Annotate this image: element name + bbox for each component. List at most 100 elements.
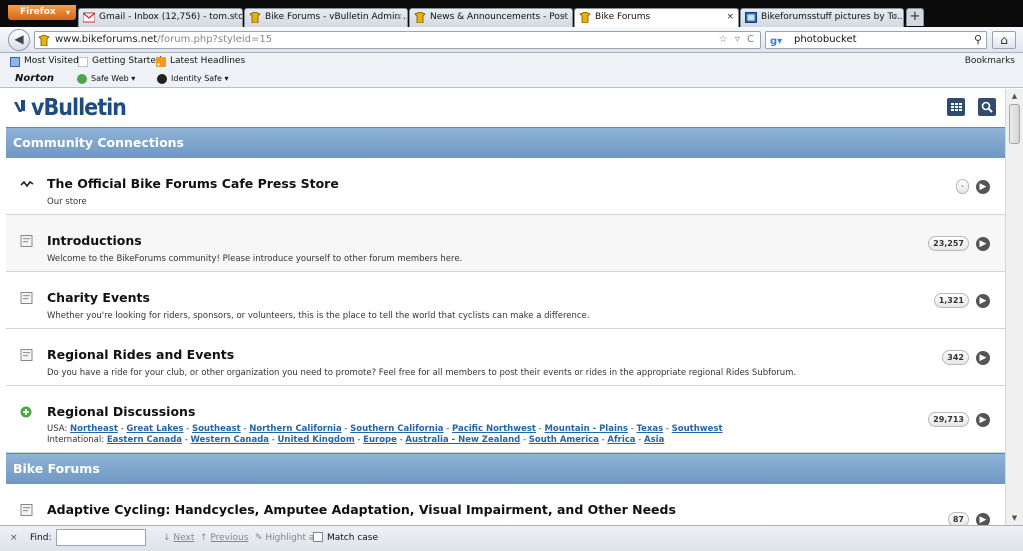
scroll-down-icon[interactable]: ▼ bbox=[1006, 511, 1023, 525]
back-button[interactable]: ◀ bbox=[8, 29, 30, 51]
search-bar[interactable]: g▾ photobucket ⚲ bbox=[765, 31, 987, 49]
forum-title[interactable]: Introductions bbox=[47, 233, 142, 248]
subforum-link[interactable]: South America bbox=[529, 435, 599, 445]
highlight-all-button[interactable]: ✎ Highlight all bbox=[244, 527, 319, 549]
arrow-right-icon[interactable]: ▶ bbox=[976, 294, 990, 308]
identity-safe-menu[interactable]: Identity Safe ▾ bbox=[157, 70, 228, 88]
safe-web-menu[interactable]: Safe Web ▾ bbox=[77, 70, 135, 88]
subforum-link[interactable]: Southern California bbox=[350, 424, 443, 434]
match-case-label[interactable]: Match case bbox=[327, 527, 378, 549]
subforum-link[interactable]: Texas bbox=[636, 424, 663, 434]
menu-grid-button[interactable] bbox=[947, 98, 965, 116]
subforum-link[interactable]: United Kingdom bbox=[278, 435, 355, 445]
vbulletin-logo[interactable]: vBulletin bbox=[12, 95, 127, 121]
subforum-link[interactable]: Africa bbox=[607, 435, 635, 445]
grid-icon bbox=[951, 103, 962, 111]
arrow-right-icon[interactable]: ▶ bbox=[976, 413, 990, 427]
thread-count: 87 bbox=[947, 512, 969, 525]
search-input[interactable]: photobucket bbox=[794, 34, 857, 45]
safe-web-icon bbox=[77, 74, 87, 84]
subforum-link[interactable]: Southeast bbox=[192, 424, 241, 434]
forum-row-cafe-press: The Official Bike Forums Cafe Press Stor… bbox=[6, 158, 1005, 215]
find-previous-button[interactable]: ↑ Previous bbox=[189, 527, 248, 549]
url-bar[interactable]: www.bikeforums.net/forum.php?styleid=15 … bbox=[34, 31, 761, 49]
close-icon[interactable]: × bbox=[395, 9, 403, 26]
tab-gmail[interactable]: Gmail - Inbox (12,756) - tom.sto... × bbox=[78, 8, 243, 27]
firefox-menu-button[interactable]: Firefox ▾ bbox=[8, 5, 76, 20]
bike-forums-icon bbox=[579, 12, 591, 23]
bookmark-label: Latest Headlines bbox=[170, 56, 246, 66]
search-icon bbox=[981, 101, 993, 113]
close-icon[interactable]: × bbox=[560, 9, 568, 26]
subforum-link[interactable]: Europe bbox=[363, 435, 397, 445]
bookmark-label: Most Visited bbox=[24, 56, 79, 66]
close-icon[interactable]: × bbox=[891, 9, 899, 26]
arrow-right-icon[interactable]: ▶ bbox=[976, 513, 990, 525]
tab-bike-forums[interactable]: Bike Forums × bbox=[574, 8, 739, 28]
find-previous-label: Previous bbox=[210, 533, 249, 543]
tab-news[interactable]: News & Announcements - Post ... × bbox=[409, 8, 573, 27]
close-icon[interactable]: × bbox=[230, 9, 238, 26]
home-button[interactable]: ⌂ bbox=[992, 31, 1016, 49]
google-icon[interactable]: g▾ bbox=[770, 34, 782, 50]
forum-title[interactable]: Regional Rides and Events bbox=[47, 347, 234, 362]
bookmarks-menu-label: Bookmarks bbox=[964, 56, 1015, 66]
section-community-connections[interactable]: Community Connections bbox=[6, 127, 1005, 158]
subforum-link[interactable]: Western Canada bbox=[191, 435, 270, 445]
vertical-scrollbar[interactable]: ▲ ▼ bbox=[1005, 89, 1023, 525]
subforum-link[interactable]: Great Lakes bbox=[126, 424, 183, 434]
bookmark-most-visited[interactable]: Most Visited bbox=[10, 53, 79, 70]
scrollbar-thumb[interactable] bbox=[1009, 104, 1020, 144]
chevron-down-icon: ▾ bbox=[65, 8, 70, 17]
forum-title[interactable]: Charity Events bbox=[47, 290, 150, 305]
tab-photobucket[interactable]: Bikeforumsstuff pictures by To... × bbox=[740, 8, 904, 27]
close-icon[interactable]: × bbox=[10, 527, 18, 549]
scroll-up-icon[interactable]: ▲ bbox=[1006, 89, 1023, 103]
subforum-link[interactable]: Pacific Northwest bbox=[452, 424, 536, 434]
bookmark-getting-started[interactable]: Getting Started bbox=[78, 53, 162, 70]
forum-title[interactable]: Adaptive Cycling: Handcycles, Amputee Ad… bbox=[47, 502, 676, 517]
bookmark-latest-headlines[interactable]: Latest Headlines bbox=[156, 53, 245, 70]
forum-row-adaptive-cycling: Adaptive Cycling: Handcycles, Amputee Ad… bbox=[6, 484, 1005, 525]
subforum-link[interactable]: Southwest bbox=[672, 424, 723, 434]
bike-forums-icon bbox=[38, 34, 50, 46]
norton-logo[interactable]: Norton bbox=[15, 70, 54, 88]
subforum-link[interactable]: Australia - New Zealand bbox=[405, 435, 520, 445]
subforum-link[interactable]: Asia bbox=[644, 435, 664, 445]
vbulletin-mark-icon bbox=[14, 100, 25, 112]
url-path: /forum.php?styleid=15 bbox=[157, 34, 273, 45]
url-domain: www.bikeforums.net bbox=[55, 34, 158, 45]
identity-safe-icon bbox=[157, 74, 167, 84]
forum-row-introductions: Introductions Welcome to the BikeForums … bbox=[6, 215, 1005, 272]
subforum-link[interactable]: Northern California bbox=[249, 424, 341, 434]
plus-icon bbox=[20, 406, 32, 418]
forum-title[interactable]: The Official Bike Forums Cafe Press Stor… bbox=[47, 176, 339, 191]
page-content: vBulletin Community Connections The Offi… bbox=[0, 89, 1005, 525]
highlight-all-label: Highlight all bbox=[265, 533, 320, 543]
tab-label: Bike Forums - vBulletin Admin ... bbox=[265, 12, 408, 22]
arrow-right-icon[interactable]: ▶ bbox=[976, 351, 990, 365]
subforum-link[interactable]: Mountain - Plains bbox=[544, 424, 628, 434]
find-input[interactable] bbox=[56, 529, 146, 546]
search-icon[interactable]: ⚲ bbox=[974, 32, 982, 48]
thread-count: · bbox=[956, 179, 969, 194]
thread-count: 342 bbox=[942, 350, 969, 365]
match-case-checkbox[interactable] bbox=[313, 532, 323, 542]
site-search-button[interactable] bbox=[978, 98, 996, 116]
thread-count: 29,713 bbox=[928, 412, 969, 427]
bookmark-star-icon[interactable]: ☆ ▿ C bbox=[719, 32, 756, 48]
tab-strip: Firefox ▾ Gmail - Inbox (12,756) - tom.s… bbox=[0, 0, 1023, 28]
arrow-right-icon[interactable]: ▶ bbox=[976, 180, 990, 194]
bike-forums-icon bbox=[414, 12, 426, 23]
close-icon[interactable]: × bbox=[726, 9, 734, 26]
new-tab-button[interactable]: + bbox=[906, 8, 924, 26]
usa-subforums: USA: Northeast - Great Lakes - Southeast… bbox=[47, 424, 723, 434]
section-bike-forums[interactable]: Bike Forums bbox=[6, 453, 1005, 484]
tab-vbulletin-admin[interactable]: Bike Forums - vBulletin Admin ... × bbox=[244, 8, 408, 27]
forum-title[interactable]: Regional Discussions bbox=[47, 404, 195, 419]
site-logo-text: vBulletin bbox=[31, 95, 127, 121]
bookmarks-menu[interactable]: Bookmarks bbox=[951, 53, 1015, 70]
subforum-link[interactable]: Eastern Canada bbox=[107, 435, 182, 445]
subforum-link[interactable]: Northeast bbox=[70, 424, 118, 434]
arrow-right-icon[interactable]: ▶ bbox=[976, 237, 990, 251]
